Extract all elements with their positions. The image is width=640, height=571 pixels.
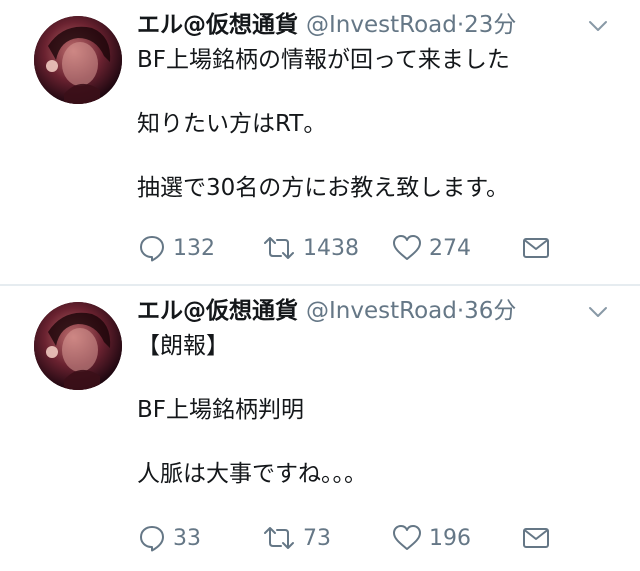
like-count: 196	[429, 525, 471, 551]
retweet-icon	[264, 237, 294, 259]
envelope-icon	[523, 238, 549, 258]
retweet-count: 1438	[303, 235, 359, 261]
retweet-button[interactable]: 1438	[261, 230, 359, 266]
reply-icon	[140, 236, 164, 262]
tweet[interactable]: エル@仮想通貨 @InvestRoad·23分 BF上場銘柄の情報が回って来ました…	[0, 0, 640, 284]
reply-button[interactable]: 132	[137, 230, 215, 266]
tweet[interactable]: エル@仮想通貨 @InvestRoad·36分 【朗報】 BF上場銘柄判明 人脈は…	[0, 286, 640, 571]
tweet-line: 【朗報】	[137, 333, 229, 359]
tweet-line: BF上場銘柄の情報が回って来ました	[137, 47, 510, 73]
display-name[interactable]: エル@仮想通貨	[137, 12, 298, 38]
reply-icon	[140, 526, 164, 552]
avatar[interactable]	[34, 16, 122, 104]
heart-icon	[393, 235, 421, 260]
avatar[interactable]	[34, 302, 122, 390]
tweet-line: 抽選で30名の方にお教え致します。	[137, 175, 509, 201]
like-count: 274	[429, 235, 471, 261]
direct-message-button[interactable]	[521, 520, 551, 556]
heart-icon	[393, 525, 421, 550]
like-button[interactable]: 274	[391, 230, 471, 266]
reply-button[interactable]: 33	[137, 520, 201, 556]
retweet-icon	[264, 527, 294, 549]
tweet-text: BF上場銘柄の情報が回って来ました 知りたい方はRT。 抽選で30名の方にお教え…	[137, 44, 607, 236]
reply-count: 33	[173, 525, 201, 551]
chevron-down-icon[interactable]	[586, 14, 610, 38]
retweet-button[interactable]: 73	[261, 520, 331, 556]
tweet-header: エル@仮想通貨 @InvestRoad·36分	[137, 296, 570, 326]
reply-count: 132	[173, 235, 215, 261]
retweet-count: 73	[303, 525, 331, 551]
tweet-line: 人脈は大事ですね。。。	[137, 461, 367, 487]
tweet-actions: 33 73 196	[137, 520, 577, 556]
avatar-portrait-icon	[34, 302, 122, 390]
timestamp[interactable]: 23分	[464, 12, 516, 38]
direct-message-button[interactable]	[521, 230, 551, 266]
user-handle[interactable]: @InvestRoad	[306, 12, 457, 38]
tweet-actions: 132 1438 274	[137, 230, 577, 266]
timestamp[interactable]: 36分	[464, 298, 516, 324]
display-name[interactable]: エル@仮想通貨	[137, 298, 298, 324]
user-handle[interactable]: @InvestRoad	[306, 298, 457, 324]
chevron-down-icon[interactable]	[586, 300, 610, 324]
tweet-line: 知りたい方はRT。	[137, 111, 327, 137]
tweet-header: エル@仮想通貨 @InvestRoad·23分	[137, 10, 570, 40]
tweet-line: BF上場銘柄判明	[137, 397, 305, 423]
like-button[interactable]: 196	[391, 520, 471, 556]
tweet-text: 【朗報】 BF上場銘柄判明 人脈は大事ですね。。。	[137, 330, 607, 522]
avatar-portrait-icon	[34, 16, 122, 104]
envelope-icon	[523, 528, 549, 548]
